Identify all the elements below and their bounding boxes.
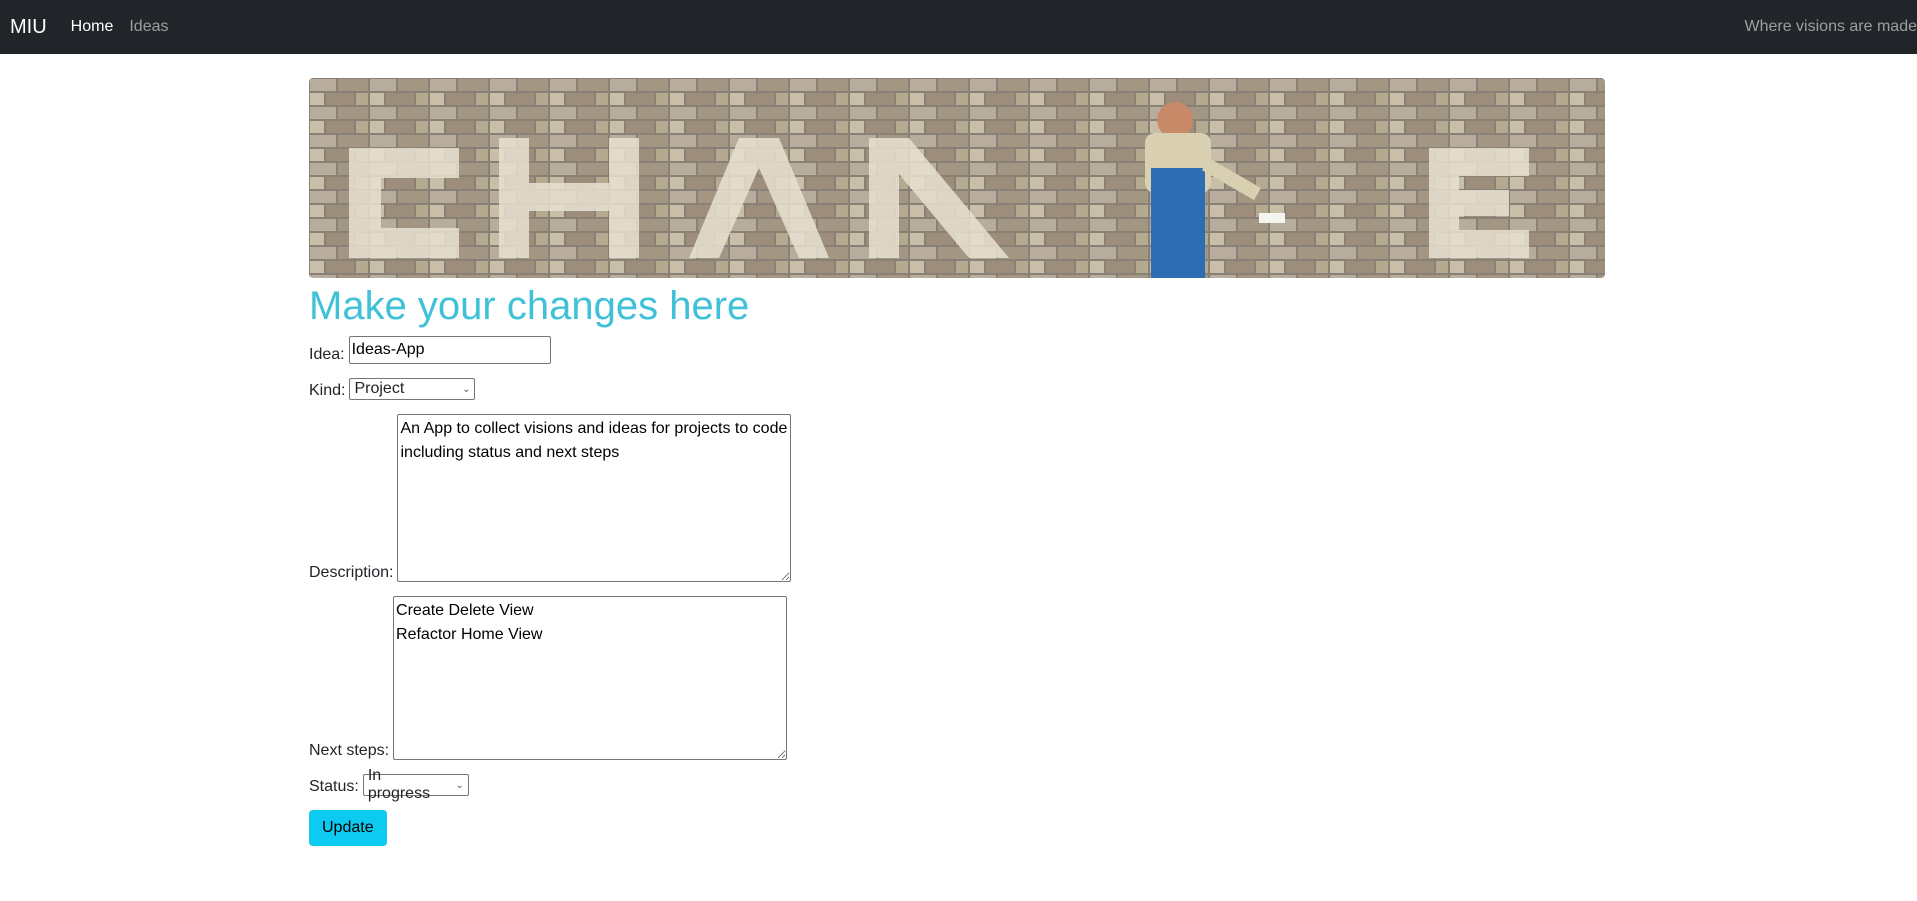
update-button[interactable]: Update [309, 810, 387, 846]
status-select-value: In progress [367, 767, 431, 802]
change-banner-image [309, 78, 1605, 278]
brand-link[interactable]: MIU [10, 16, 47, 39]
next-steps-row: Next steps: [309, 596, 1605, 760]
description-label: Description: [309, 564, 394, 581]
idea-input[interactable] [348, 336, 551, 364]
kind-row: Kind: Project ⌄ [309, 378, 1605, 400]
idea-label: Idea: [309, 346, 345, 363]
chevron-down-icon: ⌄ [455, 779, 464, 791]
kind-select-value: Project [354, 380, 405, 397]
next-steps-textarea[interactable] [393, 596, 788, 760]
chevron-down-icon: ⌄ [462, 383, 471, 395]
description-row: Description: [309, 414, 1605, 582]
status-row: Status: In progress ⌄ [309, 767, 1605, 802]
status-select[interactable]: In progress ⌄ [362, 767, 469, 802]
nav-link-home[interactable]: Home [71, 18, 114, 36]
main-container: Make your changes here Idea: Kind: Proje… [309, 78, 1605, 846]
navbar-tagline: Where visions are made [1744, 18, 1917, 35]
nav-link-ideas[interactable]: Ideas [129, 18, 168, 36]
top-navbar: MIU Home Ideas Where visions are made [0, 0, 1917, 54]
page-title: Make your changes here [309, 284, 750, 328]
kind-select[interactable]: Project ⌄ [349, 378, 476, 400]
kind-label: Kind: [309, 382, 346, 399]
status-label: Status: [309, 778, 359, 795]
description-textarea[interactable] [397, 414, 792, 582]
next-steps-label: Next steps: [309, 742, 390, 759]
idea-row: Idea: [309, 336, 1605, 364]
